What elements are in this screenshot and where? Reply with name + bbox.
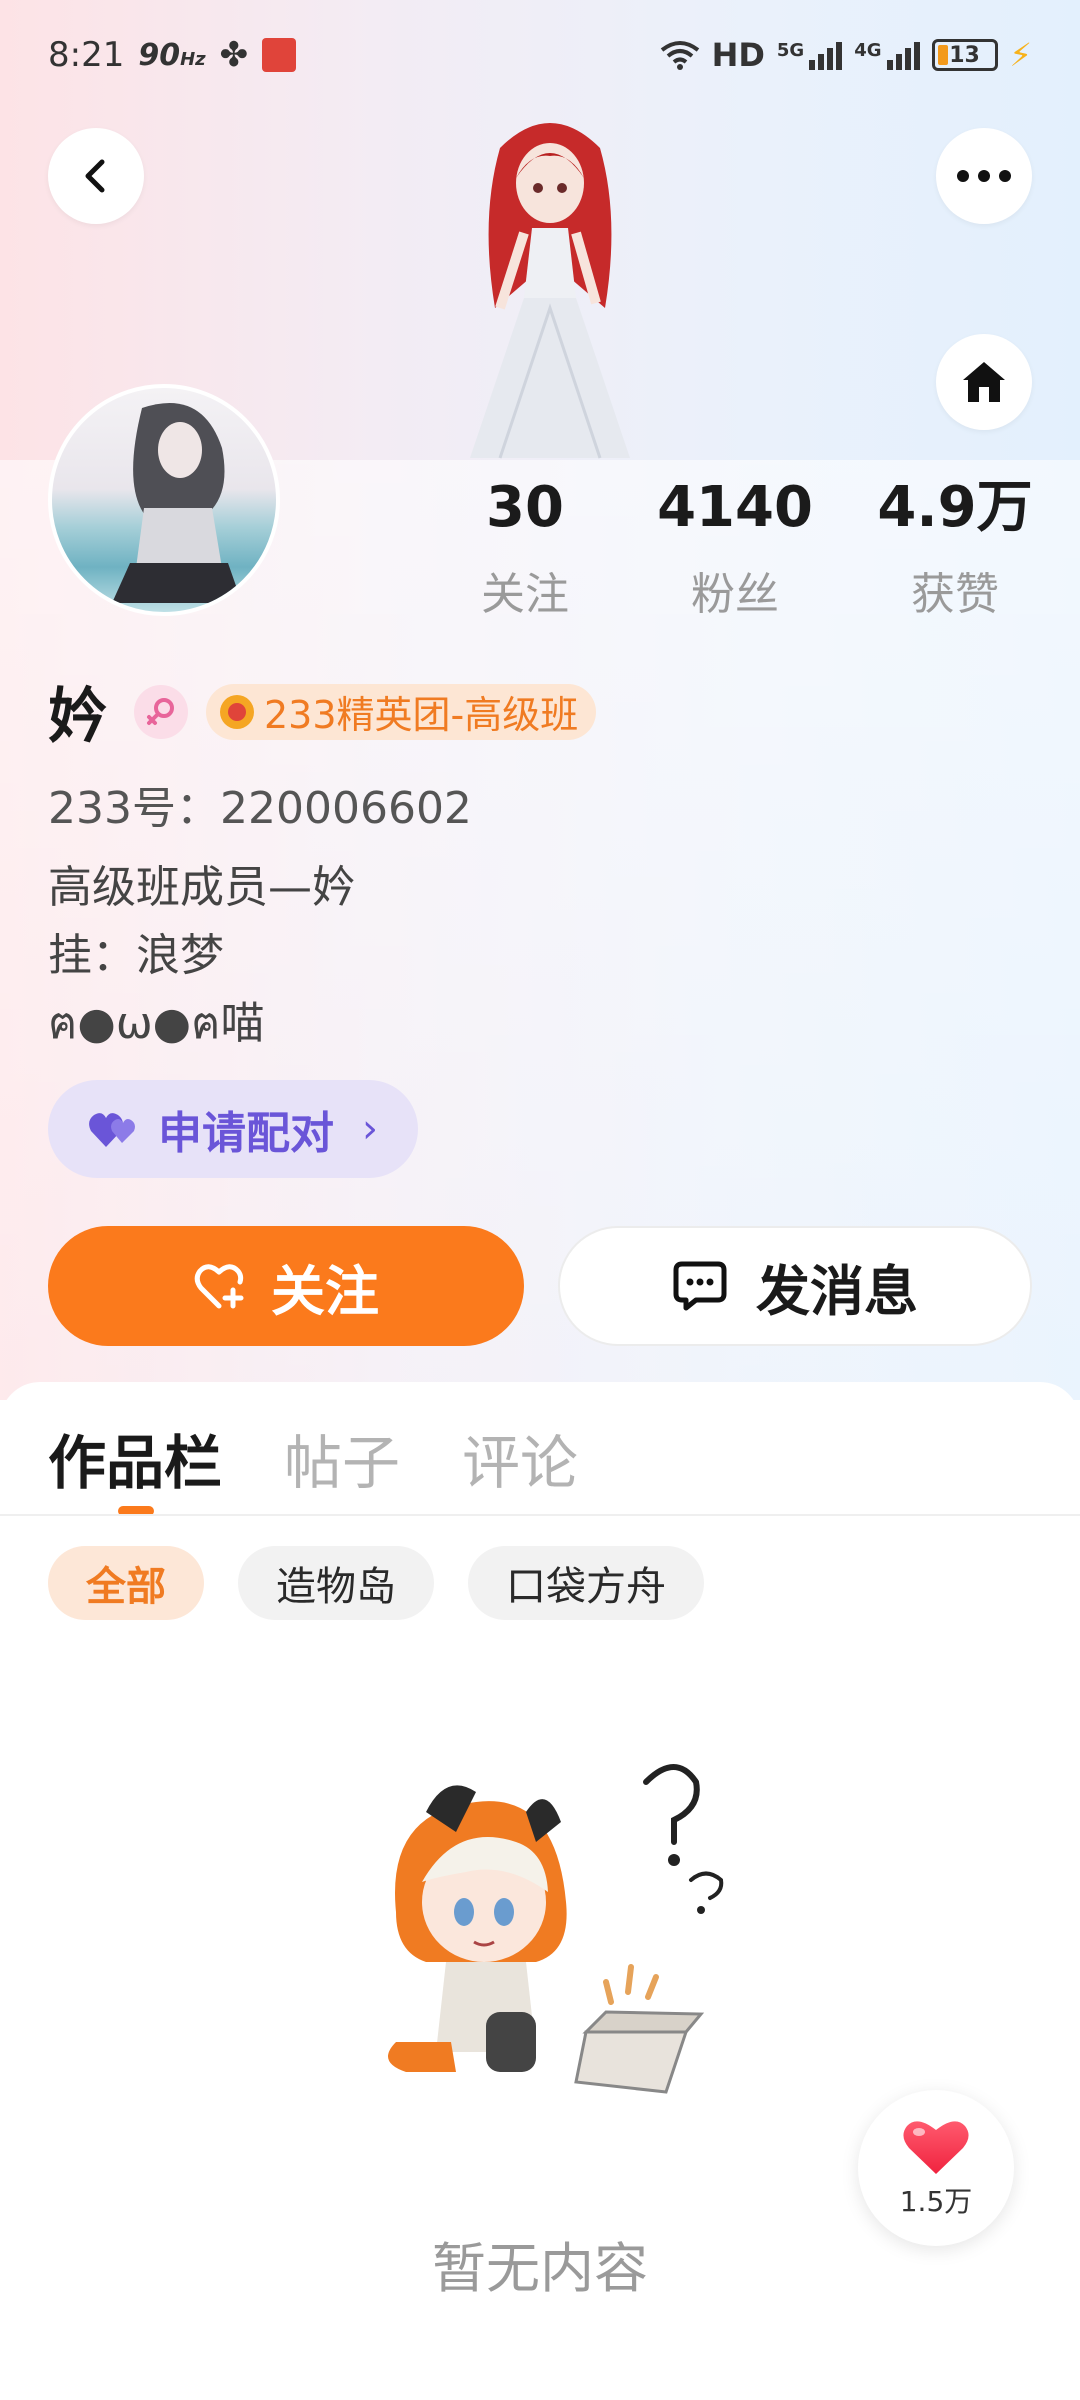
heart-add-icon xyxy=(194,1264,244,1309)
like-count: 1.5万 xyxy=(899,2185,973,2218)
home-icon xyxy=(963,362,1005,402)
profile-page: 8:21 90Hz ✤ HD 5G 4G 13 ⚡ 30 关注 4140 粉丝 … xyxy=(0,0,1080,2400)
send-message-button[interactable]: 发消息 xyxy=(558,1226,1032,1346)
filter-chip-creation-island[interactable]: 造物岛 xyxy=(238,1546,434,1620)
filter-chip-pocket-ark[interactable]: 口袋方舟 xyxy=(468,1546,704,1620)
wifi-icon xyxy=(660,41,699,70)
stat-label: 获赞 xyxy=(911,569,999,620)
more-button[interactable] xyxy=(936,128,1032,224)
stat-following[interactable]: 30 关注 xyxy=(425,480,625,622)
like-floating-button[interactable]: 1.5万 xyxy=(858,2090,1014,2246)
follow-label: 关注 xyxy=(271,1259,379,1323)
battery-icon: 13 xyxy=(931,39,998,71)
charging-icon: ⚡ xyxy=(1009,36,1032,74)
stat-likes[interactable]: 4.9万 获赞 xyxy=(855,480,1055,622)
user-id: 233号：220006602 xyxy=(48,783,472,834)
chevron-left-icon xyxy=(85,159,105,193)
apply-pair-button[interactable]: 申请配对 › xyxy=(48,1080,418,1178)
stat-value: 4.9万 xyxy=(877,475,1033,540)
stat-label: 粉丝 xyxy=(691,569,779,620)
hd-voice-label: HD xyxy=(711,36,765,74)
empty-state-illustration xyxy=(388,1764,724,2094)
user-name: 妗 xyxy=(48,682,108,752)
send-message-label: 发消息 xyxy=(756,1259,918,1323)
heart-pair-icon xyxy=(89,1113,135,1147)
more-dots-icon xyxy=(957,170,1011,182)
signal-4g-icon: 4G xyxy=(854,40,920,70)
chat-bubble-icon xyxy=(673,1261,727,1311)
heart-icon xyxy=(903,2121,969,2174)
tab-posts[interactable]: 帖子 xyxy=(284,1416,400,1500)
signal-5g-icon: 5G xyxy=(777,40,843,70)
app-notification-icon xyxy=(262,38,297,72)
bio-line: 高级班成员—妗 xyxy=(48,862,356,913)
female-icon xyxy=(134,684,188,739)
apply-pair-label: 申请配对 xyxy=(158,1108,334,1159)
bio-line: ฅ●ω●ฅ喵 xyxy=(48,998,265,1049)
content-sheet: 作品栏 帖子 评论 全部 造物岛 口袋方舟 暂无内容 xyxy=(0,1382,1080,2400)
status-bar: 8:21 90Hz ✤ HD 5G 4G 13 ⚡ xyxy=(0,0,1080,110)
stat-label: 关注 xyxy=(481,569,569,620)
team-badge-label: 233精英团-高级班 xyxy=(264,693,579,737)
home-button[interactable] xyxy=(936,334,1032,430)
bio-line: 挂：浪梦 xyxy=(48,930,224,981)
refresh-rate: 90Hz xyxy=(138,37,206,73)
avatar[interactable] xyxy=(48,384,280,616)
avatar-image xyxy=(112,403,242,603)
content-tabs: 作品栏 帖子 评论 xyxy=(48,1416,578,1500)
team-emblem-icon xyxy=(220,694,254,729)
chevron-right-icon: › xyxy=(362,1106,378,1152)
filter-chip-all[interactable]: 全部 xyxy=(48,1546,204,1620)
status-right: HD 5G 4G 13 ⚡ xyxy=(660,36,1032,74)
tabs-divider xyxy=(0,1514,1080,1516)
stat-followers[interactable]: 4140 粉丝 xyxy=(635,480,835,622)
team-badge[interactable]: 233精英团-高级班 xyxy=(206,683,597,740)
bio: 高级班成员—妗 挂：浪梦 ฅ●ω●ฅ喵 xyxy=(48,854,356,1058)
back-button[interactable] xyxy=(48,128,144,224)
stat-value: 30 xyxy=(486,475,564,540)
tab-comments[interactable]: 评论 xyxy=(462,1416,578,1500)
fan-icon: ✤ xyxy=(219,35,249,75)
filter-chips: 全部 造物岛 口袋方舟 xyxy=(48,1546,704,1620)
name-row: 妗 233精英团-高级班 xyxy=(48,668,597,755)
follow-button[interactable]: 关注 xyxy=(48,1226,524,1346)
stat-value: 4140 xyxy=(657,475,813,540)
status-time: 8:21 xyxy=(48,35,125,75)
tab-works[interactable]: 作品栏 xyxy=(48,1416,222,1500)
status-left: 8:21 90Hz ✤ xyxy=(48,35,297,75)
avatar-character-illustration xyxy=(470,123,630,459)
